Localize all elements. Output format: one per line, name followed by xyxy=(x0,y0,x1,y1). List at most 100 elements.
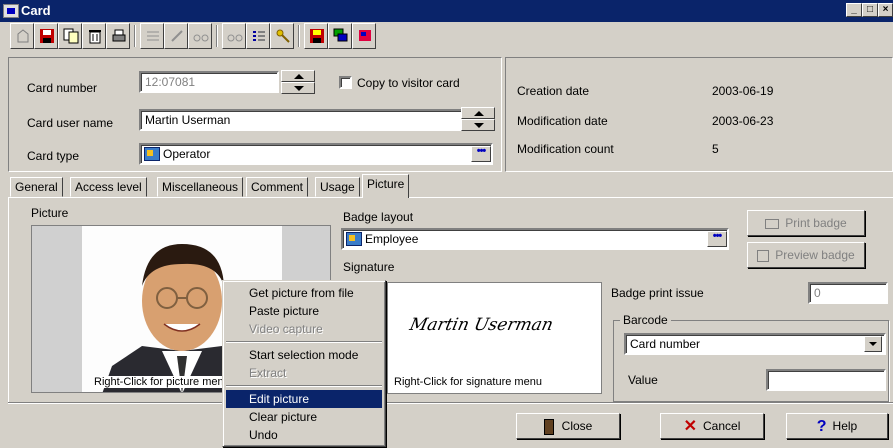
creation-date-label: Creation date xyxy=(517,84,590,98)
tab-general[interactable]: General xyxy=(10,177,63,197)
print-badge-button[interactable]: Print badge xyxy=(747,210,865,236)
creation-date-value: 2003-06-19 xyxy=(712,84,774,98)
close-button[interactable]: Close xyxy=(516,413,620,439)
key-button[interactable] xyxy=(270,23,294,49)
menu-item-paste-picture[interactable]: Paste picture xyxy=(226,302,382,320)
modification-count-label: Modification count xyxy=(517,142,614,156)
toolbar-separator xyxy=(134,25,136,47)
card-user-name-spinner[interactable] xyxy=(461,107,495,131)
print-button[interactable] xyxy=(106,23,130,49)
flag-icon xyxy=(359,30,371,41)
badge-layout-icon xyxy=(346,232,362,246)
tab-miscellaneous[interactable]: Miscellaneous xyxy=(157,177,244,197)
barcode-label: Barcode xyxy=(620,313,671,327)
info-panel: Creation date 2003-06-19 Modification da… xyxy=(505,57,893,172)
card-user-name-field[interactable]: Martin Userman xyxy=(139,109,463,131)
copy-icon xyxy=(63,28,79,44)
key-icon xyxy=(276,29,290,43)
card-type-label: Card type xyxy=(27,149,80,163)
card-type-field[interactable]: Operator ••• xyxy=(139,143,493,165)
tab-picture[interactable]: Picture xyxy=(362,174,410,198)
chevron-down-icon[interactable] xyxy=(864,336,882,352)
copy-button[interactable] xyxy=(58,23,82,49)
card-user-name-label: Card user name xyxy=(27,116,114,130)
picture-caption: Right-Click for picture menu xyxy=(94,376,230,388)
window-title: Card xyxy=(21,3,51,18)
menu-item-extract[interactable]: Extract xyxy=(226,364,382,382)
save-all-button[interactable] xyxy=(304,23,328,49)
menu-separator xyxy=(226,341,382,343)
stack-icon xyxy=(333,28,348,42)
card-type-browse-button[interactable]: ••• xyxy=(471,146,491,162)
save-icon xyxy=(40,29,54,43)
card-number-spinner[interactable] xyxy=(281,70,315,94)
preview-badge-button[interactable]: Preview badge xyxy=(747,242,865,268)
list-button[interactable] xyxy=(140,23,164,49)
title-bar: Card _ □ × xyxy=(0,0,893,22)
preview-icon xyxy=(757,249,770,262)
menu-separator xyxy=(226,385,382,387)
menu-item-clear-picture[interactable]: Clear picture xyxy=(226,408,382,426)
modification-date-value: 2003-06-23 xyxy=(712,114,774,128)
tab-usage[interactable]: Usage xyxy=(315,177,360,197)
badge-layout-field[interactable]: Employee ••• xyxy=(341,228,729,250)
copy-to-visitor-checkbox[interactable] xyxy=(339,76,352,89)
printer-icon xyxy=(112,29,126,42)
card-type-value: Operator xyxy=(163,147,211,161)
barcode-group: Barcode Card number Value xyxy=(613,313,889,402)
badge-print-issue-field[interactable]: 0 xyxy=(808,282,888,304)
details-button[interactable] xyxy=(246,23,270,49)
find-button[interactable] xyxy=(188,23,212,49)
barcode-value: Card number xyxy=(630,337,701,351)
value-label: Value xyxy=(628,373,658,387)
find-next-button[interactable] xyxy=(222,23,246,49)
cancel-button[interactable]: ✕ Cancel xyxy=(660,413,764,439)
flag-button[interactable] xyxy=(352,23,376,49)
card-details-panel: Card number 12:07081 Copy to visitor car… xyxy=(8,57,502,172)
close-window-button[interactable]: × xyxy=(878,3,893,17)
signature-image: Martin Userman xyxy=(407,315,555,335)
barcode-select[interactable]: Card number xyxy=(624,333,886,355)
help-icon: ? xyxy=(816,417,827,435)
toolbar xyxy=(6,23,893,54)
tab-access-level[interactable]: Access level xyxy=(70,177,147,197)
badge-layout-browse-button[interactable]: ••• xyxy=(707,231,727,247)
menu-item-get-picture-from-file[interactable]: Get picture from file xyxy=(226,284,382,302)
details-icon xyxy=(253,31,265,41)
copy-to-visitor-label: Copy to visitor card xyxy=(357,76,460,90)
restore-button[interactable]: □ xyxy=(862,3,878,17)
pencil-icon xyxy=(171,30,183,42)
up-folder-button[interactable] xyxy=(10,23,34,49)
delete-button[interactable] xyxy=(82,23,106,49)
save-all-icon xyxy=(310,29,324,43)
signature-frame[interactable]: Martin Userman Right-Click for signature… xyxy=(387,282,602,394)
card-window-icon xyxy=(3,4,19,18)
tab-comment[interactable]: Comment xyxy=(246,177,309,197)
picture-label: Picture xyxy=(31,206,69,220)
edit-button[interactable] xyxy=(164,23,188,49)
picture-context-menu: Get picture from file Paste picture Vide… xyxy=(222,280,386,447)
modification-count-value: 5 xyxy=(712,142,719,156)
minimize-button[interactable]: _ xyxy=(846,3,862,17)
binoculars-icon xyxy=(193,34,209,42)
value-field[interactable] xyxy=(766,369,886,391)
badge-layout-value: Employee xyxy=(365,232,419,246)
picture-tab-page: Picture Right-Click for picture menu Bad… xyxy=(8,197,893,402)
printer-icon xyxy=(765,218,780,229)
toolbar-separator xyxy=(216,25,218,47)
menu-item-undo[interactable]: Undo xyxy=(226,426,382,444)
menu-item-edit-picture[interactable]: Edit picture xyxy=(226,390,382,408)
card-number-label: Card number xyxy=(27,81,98,95)
card-type-icon xyxy=(144,147,160,161)
card-number-field[interactable]: 12:07081 xyxy=(139,71,279,93)
save-button[interactable] xyxy=(34,23,58,49)
menu-item-start-selection-mode[interactable]: Start selection mode xyxy=(226,346,382,364)
stack-button[interactable] xyxy=(328,23,352,49)
toolbar-separator xyxy=(298,25,300,47)
footer-divider xyxy=(8,402,893,404)
x-icon: ✕ xyxy=(683,417,698,435)
help-button[interactable]: ? Help xyxy=(786,413,888,439)
modification-date-label: Modification date xyxy=(517,114,608,128)
menu-item-video-capture[interactable]: Video capture xyxy=(226,320,382,338)
binoculars-icon xyxy=(227,34,243,42)
